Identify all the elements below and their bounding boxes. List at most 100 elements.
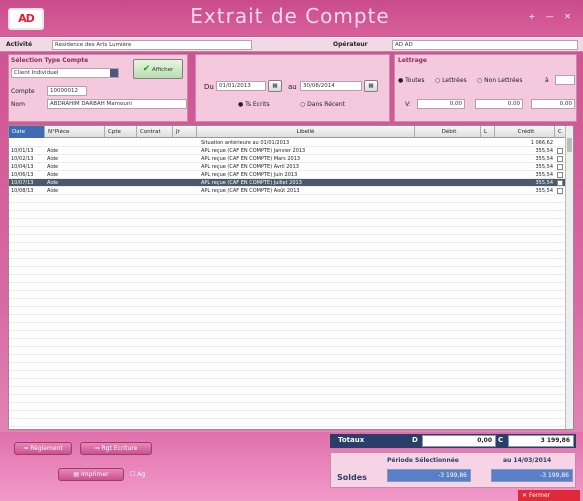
rgt-ecriture-button[interactable]: ⇒ Rgt Ecriture: [80, 442, 152, 455]
table-row[interactable]: [9, 315, 567, 323]
row-checkbox[interactable]: [557, 172, 563, 178]
table-row[interactable]: 10/07/13 Aide APL reçue (CAF EN COMPTE) Ju…: [9, 179, 567, 187]
radio-recent-label: Dans Récent: [307, 101, 346, 108]
imprimer-button[interactable]: ▤ Imprimer: [58, 468, 124, 481]
totaux-bar: Totaux D 0,00 C 3 199,86: [330, 434, 576, 448]
col-date[interactable]: Date: [9, 126, 45, 138]
app-window: AD Extrait de Compte + — ✕ Activité Rési…: [0, 0, 583, 501]
table-row[interactable]: [9, 419, 567, 427]
table-row[interactable]: [9, 379, 567, 387]
table-row[interactable]: [9, 275, 567, 283]
date-from-field[interactable]: 01/01/2013: [216, 81, 266, 91]
table-row[interactable]: [9, 251, 567, 259]
col-contrat[interactable]: Contrat: [137, 126, 173, 138]
compte-field[interactable]: 10000012: [47, 86, 87, 96]
selection-panel: Sélection Type Compte Client Individuel …: [8, 54, 188, 122]
row-checkbox[interactable]: [557, 164, 563, 170]
calendar-icon[interactable]: ▦: [268, 80, 282, 92]
table-row[interactable]: [9, 371, 567, 379]
cell-credit: 355,54: [535, 156, 554, 162]
title-bar: AD Extrait de Compte + — ✕: [0, 0, 583, 36]
scroll-thumb[interactable]: [567, 138, 572, 152]
col-piece[interactable]: N°Pièce: [45, 126, 105, 138]
lettrage-title: Lettrage: [398, 57, 428, 64]
soldes-label: Soldes: [337, 473, 367, 482]
row-checkbox[interactable]: [557, 188, 563, 194]
table-row[interactable]: [9, 411, 567, 419]
window-controls[interactable]: + — ✕: [529, 12, 576, 21]
table-row[interactable]: [9, 387, 567, 395]
lettrage-option-lettrees[interactable]: ○ Lettrées: [435, 77, 467, 84]
col-cpte[interactable]: Cpte: [105, 126, 137, 138]
cell-credit: 355,54: [535, 164, 554, 170]
fermer-button[interactable]: ✕ Fermer: [518, 490, 580, 501]
table-row[interactable]: [9, 395, 567, 403]
col-libelle[interactable]: Libellé: [197, 126, 415, 138]
total-credit-value: 3 199,86: [508, 435, 574, 447]
table-row[interactable]: [9, 219, 567, 227]
table-row[interactable]: [9, 347, 567, 355]
solde-periode: -3 199,86: [387, 469, 471, 482]
lettrage-a-field[interactable]: [555, 75, 575, 85]
table-row[interactable]: [9, 323, 567, 331]
col-jr[interactable]: Jr: [173, 126, 197, 138]
table-row[interactable]: [9, 235, 567, 243]
table-row[interactable]: [9, 307, 567, 315]
v3-field[interactable]: 0,00: [531, 99, 575, 109]
table-row[interactable]: [9, 259, 567, 267]
row-checkbox[interactable]: [557, 156, 563, 162]
col-debit[interactable]: Débit: [415, 126, 481, 138]
ag-checkbox[interactable]: ☐ Ag: [130, 471, 145, 478]
table-row[interactable]: [9, 363, 567, 371]
row-checkbox[interactable]: [557, 148, 563, 154]
table-row[interactable]: [9, 243, 567, 251]
lettrage-option-a: à: [545, 77, 549, 84]
vertical-scrollbar[interactable]: [565, 126, 573, 429]
table-row[interactable]: [9, 203, 567, 211]
table-row[interactable]: Situation antérieure au 01/01/2013 1 066,…: [9, 139, 567, 147]
option-label: Lettrées: [442, 77, 467, 84]
type-compte-select[interactable]: Client Individuel: [11, 68, 119, 78]
table-row[interactable]: [9, 291, 567, 299]
table-row[interactable]: 10/02/13 Aide APL reçue (CAF EN COMPTE) Ma…: [9, 155, 567, 163]
nom-field[interactable]: ABDRAHIM DARBAH Mamouni: [47, 99, 187, 109]
soldes-panel: Période Sélectionnée au 14/03/2014 Solde…: [330, 452, 576, 488]
chevron-down-icon[interactable]: [110, 69, 118, 77]
table-row[interactable]: [9, 355, 567, 363]
table-row[interactable]: [9, 339, 567, 347]
lettrage-option-non[interactable]: ○ Non Lettrées: [477, 77, 523, 84]
col-credit[interactable]: Crédit: [495, 126, 555, 138]
activite-field[interactable]: Résidence des Arts Lumière: [52, 40, 252, 50]
radio-ts-ecrits[interactable]: ● Ts Ecrits: [238, 101, 270, 108]
table-row[interactable]: [9, 211, 567, 219]
col-l[interactable]: L: [481, 126, 495, 138]
date-to-field[interactable]: 30/08/2014: [300, 81, 362, 91]
v1-field[interactable]: 0,00: [417, 99, 465, 109]
table-row[interactable]: [9, 267, 567, 275]
cell-libelle: APL reçue (CAF EN COMPTE) Mars 2013: [201, 156, 301, 162]
table-row[interactable]: 10/08/13 Aide APL reçue (CAF EN COMPTE) Ao…: [9, 187, 567, 195]
app-logo: AD: [8, 8, 44, 30]
table-row[interactable]: [9, 227, 567, 235]
reglement-button[interactable]: ⇒ Règlement: [14, 442, 72, 455]
lettrage-option-toutes[interactable]: ● Toutes: [398, 77, 424, 84]
operateur-label: Opérateur: [333, 41, 368, 48]
table-row[interactable]: 10/06/13 Aide APL reçue (CAF EN COMPTE) Ju…: [9, 171, 567, 179]
afficher-button[interactable]: ✔ Afficher: [133, 59, 183, 79]
table-row[interactable]: 10/01/13 Aide APL reçue (CAF EN COMPTE) Ja…: [9, 147, 567, 155]
v2-field[interactable]: 0,00: [475, 99, 523, 109]
operateur-field[interactable]: AD AD: [392, 40, 578, 50]
table-row[interactable]: [9, 331, 567, 339]
cell-date: 10/01/13: [11, 148, 34, 154]
table-row[interactable]: [9, 283, 567, 291]
row-checkbox[interactable]: [557, 180, 563, 186]
date-panel: Du 01/01/2013 ▦ au 30/08/2014 ▦ ● Ts Ecr…: [195, 54, 390, 122]
radio-recent[interactable]: ○ Dans Récent: [300, 101, 345, 108]
table-row[interactable]: [9, 403, 567, 411]
v-label: V:: [405, 101, 411, 108]
table-row[interactable]: [9, 299, 567, 307]
table-row[interactable]: 10/04/13 Aide APL reçue (CAF EN COMPTE) Av…: [9, 163, 567, 171]
periode-date: au 14/03/2014: [503, 457, 552, 464]
calendar-icon-2[interactable]: ▦: [364, 80, 378, 92]
table-row[interactable]: [9, 195, 567, 203]
